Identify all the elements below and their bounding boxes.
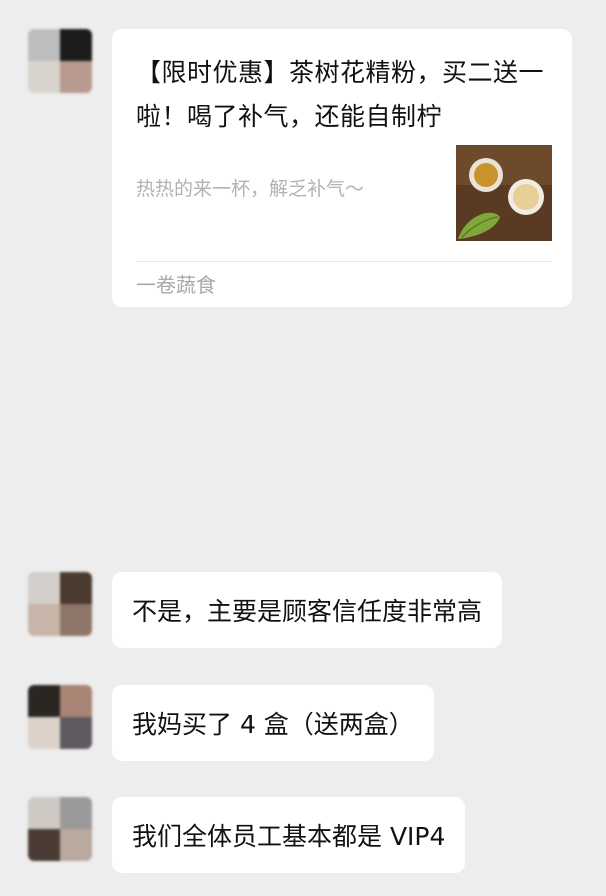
sender-avatar[interactable] <box>28 29 92 93</box>
tea-cups-photo-icon <box>456 145 552 241</box>
chat-message-bubble[interactable]: 我们全体员工基本都是 VIP4 <box>112 797 466 873</box>
link-card-source: 一卷蔬食 <box>136 273 216 297</box>
chat-message-bubble[interactable]: 我妈买了 4 盒（送两盒） <box>112 685 434 761</box>
chat-message-text: 我们全体员工基本都是 VIP4 <box>132 822 446 851</box>
link-card-message[interactable]: 【限时优惠】茶树花精粉，买二送一啦！喝了补气，还能自制柠 热热的来一杯，解乏补气… <box>112 29 572 307</box>
link-card-description: 热热的来一杯，解乏补气～ <box>136 178 365 200</box>
sender-avatar[interactable] <box>28 685 92 749</box>
link-card-divider <box>136 261 552 262</box>
chat-message-text: 不是，主要是顾客信任度非常高 <box>132 597 483 626</box>
sender-avatar[interactable] <box>28 572 92 636</box>
chat-message-text: 我妈买了 4 盒（送两盒） <box>132 710 414 739</box>
chat-message-bubble[interactable]: 不是，主要是顾客信任度非常高 <box>112 572 503 648</box>
link-card-title: 【限时优惠】茶树花精粉，买二送一啦！喝了补气，还能自制柠 <box>136 58 545 131</box>
sender-avatar[interactable] <box>28 797 92 861</box>
